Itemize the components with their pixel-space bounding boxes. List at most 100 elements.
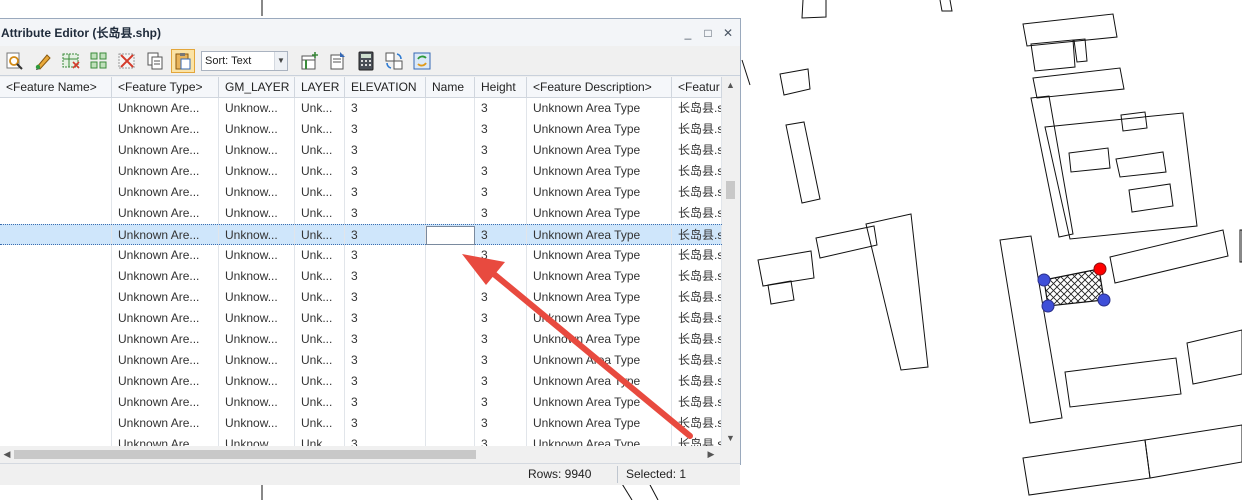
paste-icon[interactable] bbox=[171, 48, 195, 73]
select-table-icon[interactable] bbox=[59, 49, 83, 73]
table-row[interactable]: Unknown Are... Unknow... Unk... 3 3 Unknown A… bbox=[0, 266, 722, 287]
table-cell[interactable]: 3 bbox=[475, 287, 527, 308]
table-cell[interactable]: Unknown Area Type bbox=[527, 329, 672, 350]
table-cell[interactable] bbox=[426, 287, 475, 308]
table-cell[interactable] bbox=[0, 287, 112, 308]
table-cell[interactable] bbox=[0, 413, 112, 434]
table-cell[interactable]: Unknown Are... bbox=[112, 161, 219, 182]
table-cell[interactable]: 3 bbox=[345, 434, 426, 446]
sync-icon[interactable] bbox=[382, 49, 406, 73]
table-cell[interactable] bbox=[426, 98, 475, 119]
table-cell[interactable]: Unknown Are... bbox=[112, 182, 219, 203]
table-cell[interactable]: Unknown Area Type bbox=[527, 98, 672, 119]
scroll-down-icon[interactable]: ▼ bbox=[722, 430, 739, 446]
table-cell[interactable]: Unk... bbox=[295, 308, 345, 329]
table-cell[interactable]: 3 bbox=[475, 98, 527, 119]
table-cell[interactable]: Unknow... bbox=[219, 266, 295, 287]
table-cell[interactable] bbox=[0, 350, 112, 371]
table-cell[interactable] bbox=[0, 308, 112, 329]
table-cell[interactable]: Unknown Are... bbox=[112, 413, 219, 434]
table-cell[interactable]: 3 bbox=[475, 225, 527, 244]
table-cell[interactable]: 长岛县.s bbox=[672, 287, 722, 308]
table-cell[interactable]: Unknown Are... bbox=[112, 392, 219, 413]
table-cell[interactable]: 长岛县.s bbox=[672, 119, 722, 140]
table-cell[interactable]: Unknow... bbox=[219, 161, 295, 182]
table-cell[interactable]: 3 bbox=[345, 245, 426, 266]
delete-x-icon[interactable] bbox=[115, 49, 139, 73]
table-cell[interactable]: Unk... bbox=[295, 140, 345, 161]
table-cell[interactable]: 3 bbox=[475, 182, 527, 203]
table-cell[interactable]: 3 bbox=[475, 203, 527, 224]
table-cell[interactable]: Unknow... bbox=[219, 98, 295, 119]
selected-polygon[interactable] bbox=[1043, 268, 1105, 307]
table-row[interactable]: Unknown Are... Unknow... Unk... 3 3 Unknown A… bbox=[0, 140, 722, 161]
table-cell[interactable]: Unknown Are... bbox=[112, 203, 219, 224]
column-header-gm-layer[interactable]: GM_LAYER bbox=[219, 77, 295, 97]
table-cell[interactable] bbox=[0, 329, 112, 350]
table-cell[interactable]: Unknow... bbox=[219, 203, 295, 224]
table-row[interactable]: Unknown Are... Unknow... Unk... 3 3 Unknown A… bbox=[0, 392, 722, 413]
column-header-feature-name[interactable]: <Feature Name> bbox=[0, 77, 112, 97]
table-cell[interactable]: 长岛县.s bbox=[672, 225, 722, 244]
table-cell[interactable]: Unknown Area Type bbox=[527, 308, 672, 329]
table-row[interactable]: Unknown Are... Unknow... Unk... 3 3 Unknown A… bbox=[0, 182, 722, 203]
cell-edit-field[interactable] bbox=[426, 226, 475, 245]
new-column-icon[interactable] bbox=[298, 49, 322, 73]
table-cell[interactable]: 3 bbox=[345, 308, 426, 329]
table-cell[interactable]: 长岛县.s bbox=[672, 161, 722, 182]
table-cell[interactable]: Unknow... bbox=[219, 140, 295, 161]
table-cell[interactable]: Unknow... bbox=[219, 308, 295, 329]
horizontal-scroll-thumb[interactable] bbox=[14, 450, 476, 459]
table-cell[interactable]: Unk... bbox=[295, 392, 345, 413]
table-cell[interactable]: Unknown Are... bbox=[112, 140, 219, 161]
table-cell[interactable]: 3 bbox=[345, 98, 426, 119]
table-cell[interactable]: 长岛县.s bbox=[672, 434, 722, 446]
table-cell[interactable]: Unknown Area Type bbox=[527, 203, 672, 224]
table-cell[interactable] bbox=[426, 308, 475, 329]
table-cell[interactable]: 长岛县.s bbox=[672, 245, 722, 266]
table-cell[interactable]: 3 bbox=[345, 161, 426, 182]
table-cell[interactable]: 3 bbox=[475, 392, 527, 413]
table-cell[interactable]: Unknown Area Type bbox=[527, 350, 672, 371]
sort-dropdown[interactable]: Sort: Text ▼ bbox=[201, 50, 288, 71]
maximize-button[interactable]: □ bbox=[702, 26, 714, 40]
table-row-selected[interactable]: Unknown Are... Unknow... Unk... 3 3 Unknown A… bbox=[0, 224, 722, 245]
table-cell[interactable] bbox=[0, 161, 112, 182]
table-cell[interactable] bbox=[426, 266, 475, 287]
table-cell[interactable]: Unknown Are... bbox=[112, 308, 219, 329]
table-cell[interactable]: 长岛县.s bbox=[672, 203, 722, 224]
table-cell[interactable] bbox=[0, 140, 112, 161]
table-cell[interactable]: 3 bbox=[345, 225, 426, 244]
table-cell[interactable]: Unk... bbox=[295, 413, 345, 434]
table-cell[interactable]: Unknown Area Type bbox=[527, 225, 672, 244]
table-cell[interactable]: Unk... bbox=[295, 329, 345, 350]
table-cell[interactable]: 3 bbox=[475, 413, 527, 434]
table-cell[interactable]: 3 bbox=[475, 140, 527, 161]
vertex-handle[interactable] bbox=[1041, 299, 1055, 313]
vertex-handle-active[interactable] bbox=[1093, 262, 1107, 276]
table-row[interactable]: Unknown Are... Unknow... Unk... 3 3 Unknown A… bbox=[0, 308, 722, 329]
vertical-scrollbar[interactable]: ▲ ▼ bbox=[722, 77, 739, 446]
table-cell[interactable]: Unk... bbox=[295, 119, 345, 140]
table-cell[interactable] bbox=[0, 203, 112, 224]
table-cell[interactable] bbox=[426, 413, 475, 434]
table-cell[interactable]: Unknow... bbox=[219, 413, 295, 434]
table-cell[interactable] bbox=[0, 434, 112, 446]
attribute-table[interactable]: <Feature Name> <Feature Type> GM_LAYER LAYE… bbox=[0, 77, 722, 446]
table-row[interactable]: Unknown Are... Unknow... Unk... 3 3 Unknown A… bbox=[0, 350, 722, 371]
table-cell[interactable]: 3 bbox=[345, 392, 426, 413]
table-cell[interactable]: Unknown Area Type bbox=[527, 119, 672, 140]
table-cell[interactable] bbox=[426, 392, 475, 413]
table-cell[interactable]: 3 bbox=[475, 371, 527, 392]
table-cell[interactable] bbox=[426, 371, 475, 392]
table-cell[interactable]: 3 bbox=[475, 329, 527, 350]
table-cell[interactable] bbox=[0, 371, 112, 392]
table-cell[interactable]: Unk... bbox=[295, 371, 345, 392]
table-cell[interactable]: 3 bbox=[345, 350, 426, 371]
table-cell[interactable]: 3 bbox=[475, 161, 527, 182]
table-cell[interactable]: 长岛县.s bbox=[672, 308, 722, 329]
table-cell[interactable]: 长岛县.s bbox=[672, 371, 722, 392]
table-cell[interactable]: Unknow... bbox=[219, 182, 295, 203]
vertical-scroll-thumb[interactable] bbox=[726, 181, 735, 199]
refresh-icon[interactable] bbox=[410, 49, 434, 73]
